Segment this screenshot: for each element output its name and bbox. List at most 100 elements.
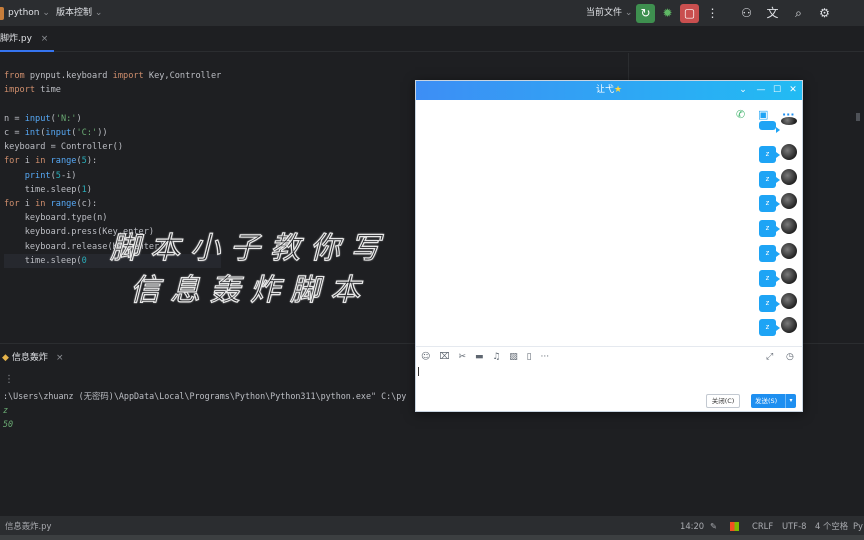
scissors-icon[interactable]: ✂ [459,352,467,362]
maximize-button[interactable]: ☐ [770,81,784,100]
chat-message[interactable]: z [759,218,799,240]
chat-message[interactable]: z [759,168,799,191]
search-button[interactable]: ⌕ [789,4,808,23]
avatar[interactable] [781,292,797,309]
expand-icon[interactable]: ⤢ [766,350,773,364]
indent-setting[interactable]: 4 个空格 [815,516,848,536]
code-line: time.sleep(1) [4,184,92,195]
chat-message[interactable]: z [759,267,799,290]
chat-divider [416,346,802,347]
emoji-icon[interactable]: ☺ [421,352,430,362]
message-bubble: z [759,220,780,238]
code-line: import time [4,85,61,96]
console-output[interactable]: :\Users\zhuanz (无密码)\AppData\Local\Progr… [3,389,406,431]
add-user-icon: ⚇ [741,6,752,20]
video-overlay-title: 脚本小子教你写 信息轰炸脚本 [80,228,420,312]
avatar[interactable] [781,243,797,259]
close-icon[interactable]: × [41,34,49,44]
chat-message[interactable]: z [759,292,799,315]
status-file[interactable]: 信息轰炸.py [5,516,51,536]
minimize-button[interactable]: — [754,81,768,100]
run-tab[interactable]: ◆ 信息轰炸 × [0,348,63,368]
project-selector[interactable]: python ⌄ [8,0,50,27]
image-icon[interactable]: ▨ [509,352,518,362]
taskbar-strip [0,535,864,540]
tab-label: 脚炸.py [0,34,32,44]
project-name: python [8,8,40,18]
chevron-down-icon: ⌄ [624,8,633,18]
run-config-selector[interactable]: 当前文件 ⌄ [586,0,632,27]
tab-file[interactable]: 脚炸.py × [0,27,55,52]
edit-icon[interactable]: ✎ [710,516,717,536]
send-button[interactable]: 发送(S) ▾ [751,394,796,408]
chevron-down-icon[interactable]: ▾ [785,394,796,408]
more-icon[interactable]: ⋮ [4,374,14,385]
code-with-me-button[interactable]: ⚇ [737,4,756,23]
message-bubble: z [759,319,780,337]
chevron-down-icon: ⌄ [42,8,50,18]
music-icon[interactable]: ♫ [492,352,500,362]
message-bubble: z [759,145,780,163]
rerun-button[interactable]: ↻ [636,4,655,23]
more-icon: ⋮ [706,6,719,20]
folder-icon[interactable]: ▬ [475,352,484,362]
avatar[interactable] [781,143,797,160]
line-separator[interactable]: CRLF [752,516,773,536]
chat-contact-name: 让弋 [595,85,614,95]
more-icon[interactable]: ··· [541,352,550,362]
avatar[interactable] [781,193,797,210]
console-command-line: :\Users\zhuanz (无密码)\AppData\Local\Progr… [3,391,407,401]
overlay-line-2: 信息轰炸脚本 [129,272,370,308]
translate-button[interactable]: 文 [763,4,782,23]
send-label: 发送(S) [755,397,778,405]
scrollbar-marker[interactable] [856,113,860,121]
windows-icon [730,516,739,536]
chat-message[interactable]: z [759,143,799,166]
chat-message[interactable]: z [759,193,799,215]
code-line: keyboard = Controller() [4,142,123,153]
close-button[interactable]: ✕ [786,81,800,100]
chat-message[interactable] [759,109,799,133]
message-bubble: z [759,170,780,188]
avatar[interactable] [781,267,797,284]
search-icon: ⌕ [795,6,802,20]
message-bubble: z [759,269,780,287]
code-line: print(5-i) [24,170,77,181]
avatar[interactable] [781,218,797,235]
more-actions-button[interactable]: ⋮ [703,4,722,23]
message-input[interactable] [416,364,802,392]
cursor-position[interactable]: 14:20 [680,516,704,536]
message-bubble: z [759,245,780,262]
code-line: c = int(input('C:')) [4,128,108,139]
phone-device-icon[interactable]: ▯ [527,352,532,362]
run-icon: ↻ [640,6,651,20]
star-icon: ★ [613,85,623,95]
interpreter[interactable]: Py [853,516,863,536]
chevron-down-icon: ⌄ [94,8,103,18]
code-line: for i in range(5): [4,156,98,167]
file-encoding[interactable]: UTF-8 [782,516,806,536]
chat-message[interactable]: z [759,243,799,265]
run-config-label: 当前文件 [586,8,623,18]
code-line: keyboard.type(n) [4,213,108,224]
close-icon[interactable]: × [56,353,64,363]
code-line: n = input('N:') [4,113,82,124]
history-icon[interactable]: ◷ [786,350,794,364]
console-input-n: z [3,405,9,415]
close-chat-button[interactable]: 关闭(C) [706,394,740,408]
avatar[interactable] [781,168,797,185]
phone-icon[interactable]: ✆ [736,107,745,123]
chevron-down-icon[interactable]: ⌄ [736,81,750,100]
settings-icon: ⚙ [819,6,830,20]
stop-button[interactable]: ▢ [680,4,699,23]
settings-button[interactable]: ⚙ [815,4,834,23]
debug-button[interactable]: ✹ [658,4,677,23]
chat-message[interactable]: z [759,317,799,339]
avatar[interactable] [781,317,797,334]
avatar[interactable] [781,117,797,125]
console-input-c: 50 [3,419,14,429]
gif-icon[interactable]: ⌧ [439,352,449,362]
overlay-line-1: 脚本小子教你写 [109,230,390,266]
vcs-menu[interactable]: 版本控制 ⌄ [56,0,102,27]
